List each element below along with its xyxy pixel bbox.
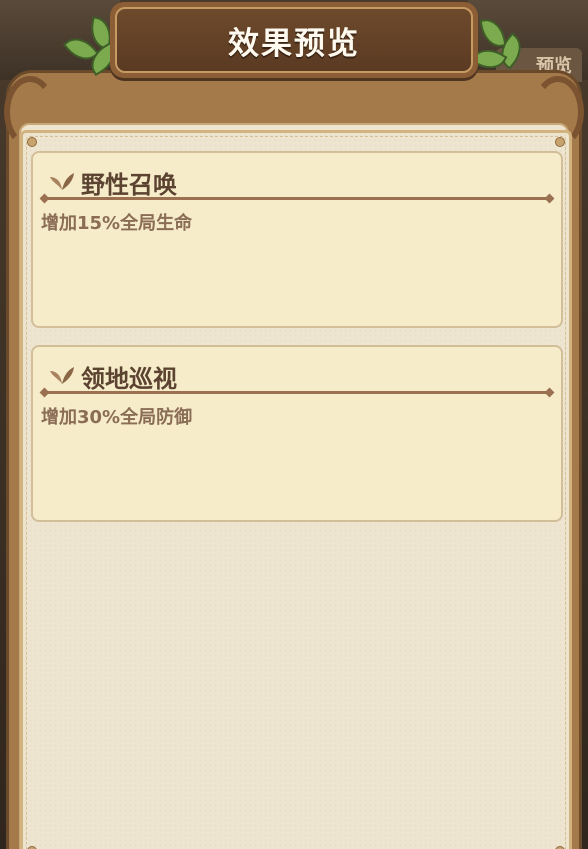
- divider-end: [39, 193, 50, 204]
- card-divider: [43, 391, 551, 394]
- title-plaque: 效果预览: [110, 2, 478, 78]
- effect-card-header: 领地巡视: [49, 357, 549, 393]
- divider-end: [544, 193, 555, 204]
- corner-stud: [555, 137, 565, 147]
- effect-card: 野性召唤 增加15%全局生命: [31, 151, 563, 328]
- sprout-icon: [50, 367, 74, 384]
- divider-end: [39, 387, 50, 398]
- divider-end: [544, 387, 555, 398]
- title-plaque-inner: 效果预览: [115, 7, 473, 73]
- effect-card-header: 野性召唤: [49, 163, 549, 199]
- effect-description: 增加30%全局防御: [41, 407, 193, 428]
- effect-name: 领地巡视: [81, 365, 177, 393]
- sprout-icon: [50, 173, 74, 190]
- corner-stud: [27, 137, 37, 147]
- page-title: 效果预览: [228, 25, 360, 62]
- effect-preview-screen: 预览 效果预览 野性召唤 增加15%全局生命 领地巡视 增加30%全局防御: [0, 0, 588, 849]
- effect-card: 领地巡视 增加30%全局防御: [31, 345, 563, 522]
- effect-description: 增加15%全局生命: [41, 213, 193, 234]
- card-divider: [43, 197, 551, 200]
- effect-name: 野性召唤: [81, 171, 177, 199]
